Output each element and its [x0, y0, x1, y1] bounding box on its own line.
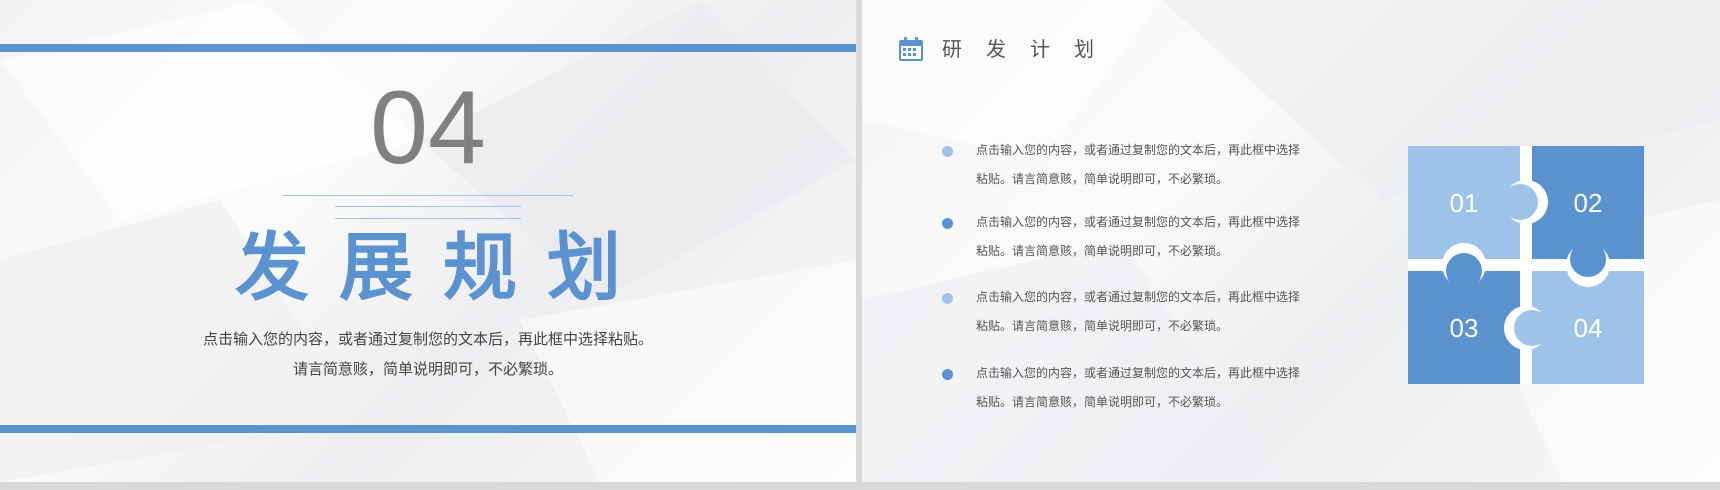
top-accent-band — [0, 44, 856, 52]
slide-title: 研发计划 — [942, 37, 1118, 61]
bullet-dot — [942, 293, 953, 304]
subtext-line: 点击输入您的内容，或者通过复制您的文本后，再此框中选择粘贴。 — [202, 330, 653, 348]
item-text-line: 点击输入您的内容，或者通过复制您的文本后，再此框中选择 — [976, 290, 1301, 304]
slide-rd-plan: 研发计划 点击输入您的内容，或者通过复制您的文本后，再此框中选择 粘贴。请言简意… — [862, 0, 1720, 482]
item-text-line: 点击输入您的内容，或者通过复制您的文本后，再此框中选择 — [976, 366, 1301, 380]
slide-section-cover: 04 发展规划 点击输入您的内容，或者通过复制您的文本后，再此框中选择粘贴。 请… — [0, 0, 856, 482]
divider-line — [335, 218, 521, 219]
bullet-dot — [942, 369, 953, 380]
item-text-line: 粘贴。请言简意赅，简单说明即可，不必繁琐。 — [976, 244, 1229, 258]
puzzle-label-02: 02 — [1574, 188, 1603, 218]
puzzle-graphic: 01 02 03 04 — [1408, 146, 1644, 384]
item-text-line: 点击输入您的内容，或者通过复制您的文本后，再此框中选择 — [976, 215, 1301, 229]
divider-line — [283, 195, 573, 196]
item-text-line: 粘贴。请言简意赅，简单说明即可，不必繁琐。 — [976, 395, 1229, 409]
calendar-icon — [899, 37, 923, 61]
divider-line — [335, 206, 521, 207]
item-text-line: 粘贴。请言简意赅，简单说明即可，不必繁琐。 — [976, 319, 1229, 333]
bullet-dot — [942, 146, 953, 157]
bottom-accent-band — [0, 425, 856, 433]
section-number: 04 — [370, 70, 486, 186]
puzzle-label-04: 04 — [1574, 313, 1603, 343]
item-text-line: 点击输入您的内容，或者通过复制您的文本后，再此框中选择 — [976, 143, 1301, 157]
puzzle-label-01: 01 — [1450, 188, 1479, 218]
item-text-line: 粘贴。请言简意赅，简单说明即可，不必繁琐。 — [976, 172, 1229, 186]
puzzle-label-03: 03 — [1450, 313, 1479, 343]
section-heading: 发展规划 — [235, 225, 651, 311]
subtext-line: 请言简意赅，简单说明即可，不必繁琐。 — [292, 360, 563, 378]
bullet-dot — [942, 218, 953, 229]
